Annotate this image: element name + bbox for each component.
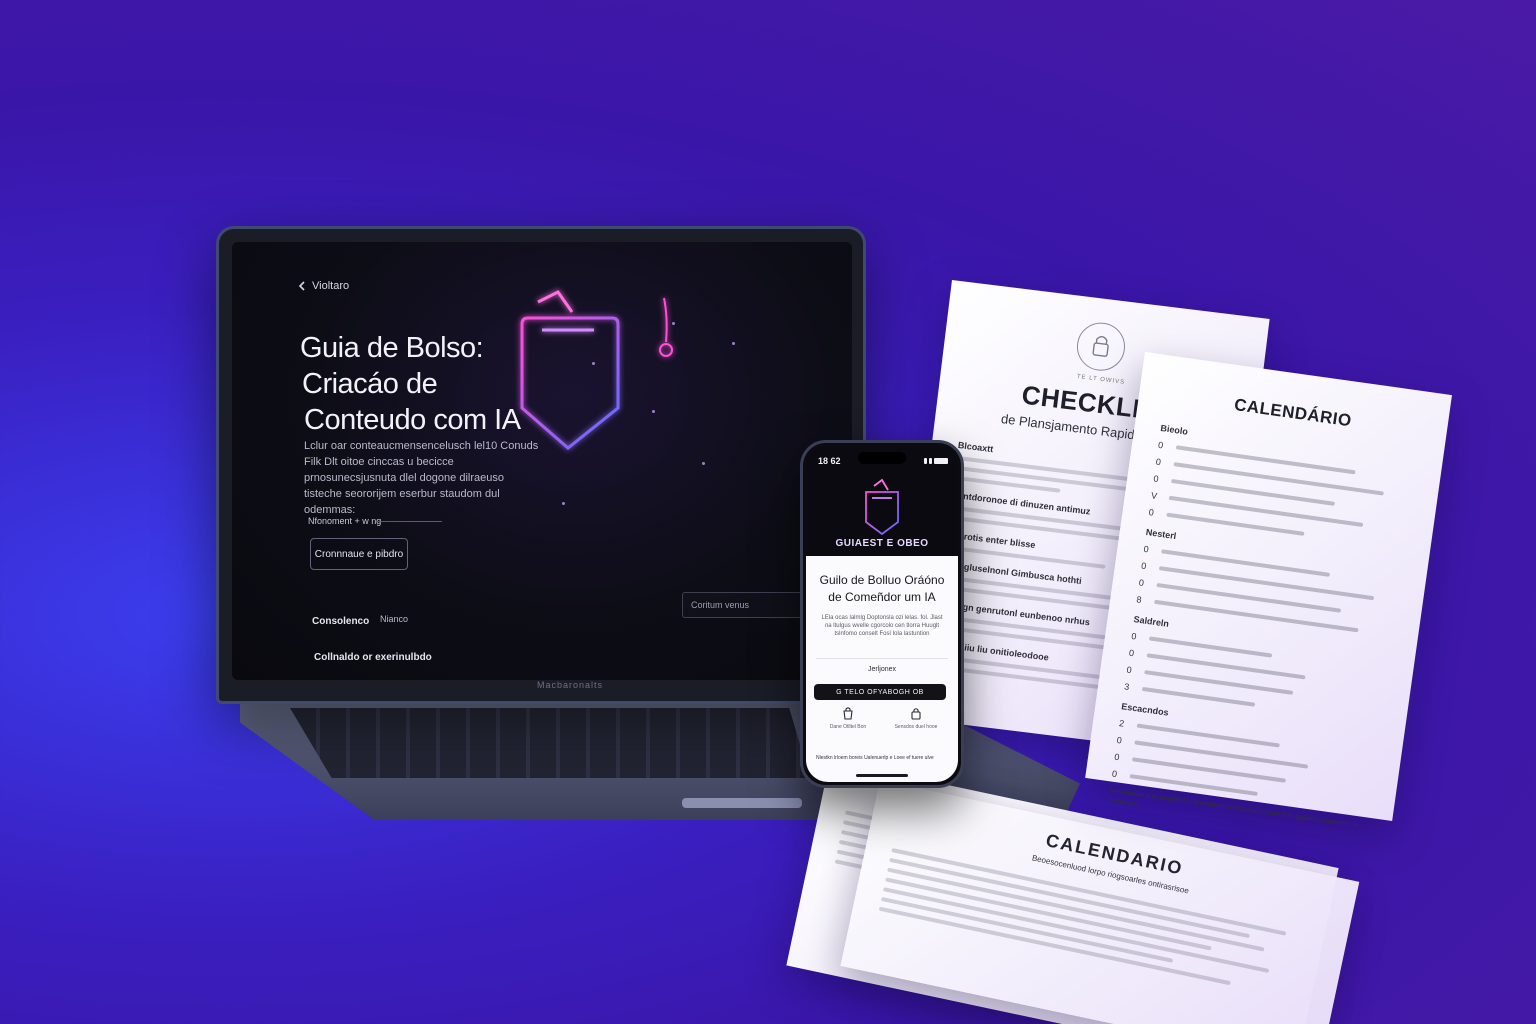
phone-small-label: Jerljonex [867,666,896,673]
calendar-paper: CALENDÁRIO Bieolo 0 0 0 V 0 Nesterl 0 0 … [1085,352,1452,829]
hero-title: Guia de Bolso: Criacáo de Conteudo com I… [300,330,560,438]
row-number: 8 [1135,594,1143,605]
phone-divider [816,658,948,659]
nav-item-collnaldo[interactable]: Collnaldo or exerinulbdo [314,652,432,663]
pocket-neon-icon [865,478,899,536]
phone-feature-1[interactable]: Dane Otlltel Bon [818,706,878,746]
back-link-label: Violtaro [312,280,350,292]
lock-icon [911,708,921,720]
phone-feature-2[interactable]: Sensdos duel hooe [886,706,946,746]
sparkle [562,502,565,505]
row-number: 0 [1157,439,1164,451]
phone-time: 18 62 [818,456,841,466]
sparkle [592,362,595,365]
laptop-base-notch [682,798,802,808]
row-number: 0 [1128,647,1135,659]
chevron-left-icon [298,281,305,291]
sparkle [652,410,655,413]
phone-title: Guilo de Bolluo Oráóno de Comeñdor um IA [819,573,945,604]
phone-footer-text: Nlestkn lrloem boreis Ualenuerlp e Loee … [816,755,934,761]
phone-description: LEla ocas lalmlg Doptonsla ozi lelas. fo… [821,615,943,637]
hero-meta-label: Nfonoment + w ng [308,516,382,526]
laptop-brand-label: Macbaronalts [536,680,604,690]
row-number: 3 [1123,681,1130,693]
phone-feature-label: Sensdos duel hooe [894,724,938,730]
nav-item-consolenco[interactable]: Consolenco [312,616,369,627]
row-number: 0 [1138,577,1145,589]
sparkle [732,342,735,345]
laptop-keyboard [290,708,810,778]
row-number: 0 [1111,768,1118,780]
nav-item-nianco[interactable]: Nianco [380,614,408,624]
phone-cta-button[interactable]: G TELO OFYABOGH OB [814,684,946,700]
row-number: 0 [1148,507,1155,518]
signal-battery-icon [924,458,950,464]
phone-card: Guilo de Bolluo Oráóno de Comeñdor um IA… [806,556,958,782]
row-number: 0 [1155,456,1162,468]
hero-cta-button[interactable]: Cronnnaue e pibdro [310,538,408,570]
calendar-body: Bieolo 0 0 0 V 0 Nesterl 0 0 0 8 Saldrel… [1107,413,1418,842]
row-number: 0 [1142,543,1150,555]
phone-notch [858,452,906,464]
phone-feature-label: Dane Otlltel Bon [829,724,867,730]
row-number: 2 [1118,718,1125,729]
hero-meta-divider [376,521,442,522]
lock-seal-icon [1074,319,1128,374]
phone-brand: GUIAEST E OBEO [835,538,929,549]
bag-icon [843,707,853,720]
row-number: 0 [1140,560,1147,572]
back-link[interactable]: Violtaro [298,280,349,292]
sparkle [702,462,705,465]
hero-description: Lclur oar conteaucmensencelusch lel10 Co… [304,440,539,516]
hero-title-line: Criacáo de [302,368,438,400]
phone-screen: 18 62 GUIAEST E OBEO Guilo de Bolluo Orá… [806,446,958,782]
row-number: V [1150,490,1158,502]
row-number: 0 [1130,630,1138,642]
sparkle [672,322,675,325]
phone-feature-row: Dane Otlltel Bon Sensdos duel hooe [814,706,950,746]
row-number: 0 [1116,734,1123,746]
row-number: 0 [1125,664,1133,676]
laptop-screen: Violtaro Guia de Bolso: Criacáo de Conte… [232,242,852,680]
row-number: 0 [1113,751,1121,763]
home-indicator [856,774,908,777]
hero-title-line: Conteudo com IA [304,404,521,436]
hero-title-line: Guia de Bolso: [300,332,484,364]
row-number: 0 [1152,473,1160,485]
